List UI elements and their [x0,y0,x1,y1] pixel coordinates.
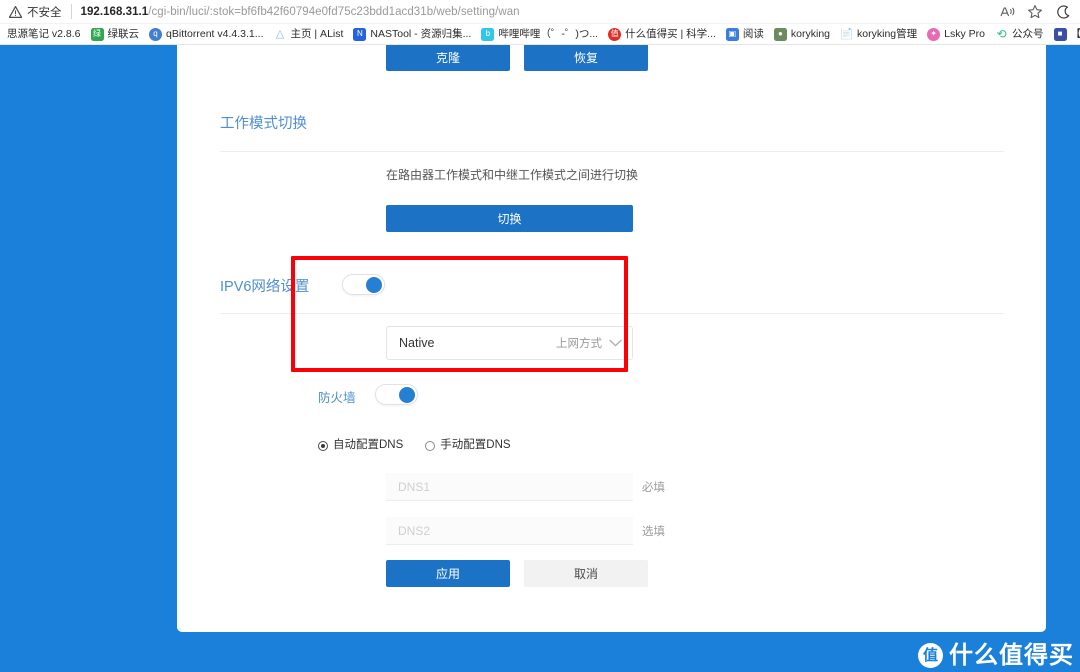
ipv6-enable-toggle[interactable] [342,274,385,295]
address-bar-divider [71,4,72,19]
dns1-placeholder: DNS1 [398,480,430,494]
bookmarks-bar[interactable]: 思源笔记 v2.8.6 绿绿联云 q qBittorrent v4.4.3.1..… [0,24,1080,45]
dns2-requirement-label: 选填 [642,527,665,539]
chevron-down-icon [609,339,622,347]
bookmark-favicon: 绿 [91,28,104,41]
bookmark-item[interactable]: ✦ Lsky Pro [922,25,990,44]
watermark-text: 什么值得买 [949,644,1074,668]
cancel-button[interactable]: 取消 [524,560,648,587]
router-page: 克隆 恢复 工作模式切换 在路由器工作模式和中继工作模式之间进行切换 切换 IP… [0,45,1080,672]
bookmark-item[interactable]: 绿绿联云 [86,25,145,44]
dns2-placeholder: DNS2 [398,524,430,538]
bookmark-favicon: △ [274,28,287,41]
clone-button[interactable]: 克隆 [386,45,510,71]
ipv6-mode-hint: 上网方式 [556,335,602,351]
bookmark-item[interactable]: 📄 koryking管理 [835,25,922,44]
ipv6-divider [220,313,1004,314]
bookmark-favicon: ⟲ [995,28,1008,41]
work-mode-title: 工作模式切换 [220,117,307,132]
bookmark-favicon: ▣ [726,28,739,41]
address-bar[interactable]: 不安全 192.168.31.1/cgi-bin/luci/:stok=bf6f… [0,0,1080,24]
firewall-toggle-knob [399,387,415,403]
ipv6-mode-select[interactable]: Native 上网方式 [386,326,633,360]
address-bar-actions [994,0,1076,24]
bookmark-favicon: 值 [608,28,621,41]
restore-button[interactable]: 恢复 [524,45,648,71]
browser-chrome: 不安全 192.168.31.1/cgi-bin/luci/:stok=bf6f… [0,0,1080,45]
ipv6-title: IPV6网络设置 [220,280,309,295]
dns1-input[interactable]: DNS1 [386,473,633,501]
bookmark-label: Lsky Pro [944,29,985,40]
bookmark-favicon: ■ [1054,28,1067,41]
backup-actions-row: 克隆 恢复 [386,45,648,71]
bookmark-item[interactable]: △ 主页 | AList [269,25,349,44]
bookmark-label: koryking [791,29,830,40]
bookmark-item[interactable]: b 哔哩哔哩（゜-゜)つ... [476,25,603,44]
bookmark-label: koryking管理 [857,29,917,40]
bookmark-favicon: q [149,28,162,41]
bookmark-item[interactable]: N NASTool - 资源归集... [348,25,476,44]
not-secure-label: 不安全 [27,4,62,20]
url-text[interactable]: 192.168.31.1/cgi-bin/luci/:stok=bf6fb42f… [81,6,520,18]
bookmark-favicon: ✦ [927,28,940,41]
ipv6-toggle-knob [366,277,382,293]
bookmark-item[interactable]: 思源笔记 v2.8.6 [2,25,86,44]
work-mode-action-row: 切换 [386,205,633,232]
bookmark-label: 什么值得买 | 科学... [625,29,716,40]
settings-content-panel: 克隆 恢复 工作模式切换 在路由器工作模式和中继工作模式之间进行切换 切换 IP… [177,45,1046,632]
bookmark-label: 公众号 [1012,29,1044,40]
firewall-toggle[interactable] [375,384,418,405]
dns-manual-label: 手动配置DNS [440,440,510,452]
bookmark-item[interactable]: ⟲ 公众号 [990,25,1049,44]
read-aloud-icon[interactable] [994,1,1020,23]
bookmark-label: 阅读 [743,29,764,40]
not-secure-warning-icon [8,5,22,19]
dns-auto-radio[interactable] [318,441,328,451]
bookmark-item[interactable]: ● koryking [769,25,835,44]
bookmark-item[interactable]: 值什么值得买 | 科学... [603,25,721,44]
favorite-star-icon[interactable] [1022,1,1048,23]
url-host: 192.168.31.1 [81,6,149,18]
switch-mode-button[interactable]: 切换 [386,205,633,232]
work-mode-description: 在路由器工作模式和中继工作模式之间进行切换 [386,169,638,181]
url-path: /cgi-bin/luci/:stok=bf6fb42f60794e0fd75c… [148,6,519,18]
apply-button[interactable]: 应用 [386,560,510,587]
bookmark-label: NASTool - 资源归集... [370,29,471,40]
bookmark-favicon: ● [774,28,787,41]
bookmark-label: 思源笔记 v2.8.6 [7,29,81,40]
bookmark-item[interactable]: q qBittorrent v4.4.3.1... [144,25,268,44]
dns-manual-radio-item[interactable]: 手动配置DNS [425,440,510,452]
bookmark-favicon: b [481,28,494,41]
dns-mode-radio-group: 自动配置DNS 手动配置DNS [318,440,511,452]
form-actions-row: 应用 取消 [386,560,648,587]
dns-auto-radio-item[interactable]: 自动配置DNS [318,440,403,452]
bookmark-favicon: 📄 [840,28,853,41]
ipv6-mode-value: Native [399,336,556,350]
work-mode-divider [220,151,1004,152]
watermark-badge: 值 [918,643,943,668]
bookmark-item[interactable]: ■ 【在线PS软件】在... [1049,25,1080,44]
dns-manual-radio[interactable] [425,441,435,451]
dns1-requirement-label: 必填 [642,483,665,495]
bookmark-label: 绿联云 [108,29,140,40]
dns-auto-label: 自动配置DNS [333,440,403,452]
bookmark-item[interactable]: ▣ 阅读 [721,25,769,44]
bookmark-label: qBittorrent v4.4.3.1... [166,29,263,40]
firewall-label: 防火墙 [318,392,356,405]
watermark: 值 什么值得买 [918,643,1074,668]
bookmark-label: 哔哩哔哩（゜-゜)つ... [498,29,598,40]
bookmark-favicon: N [353,28,366,41]
bookmark-label: 主页 | AList [291,29,344,40]
browser-profile-icon[interactable] [1050,1,1076,23]
bookmark-label: 【在线PS软件】在... [1071,29,1080,40]
dns2-input[interactable]: DNS2 [386,517,633,545]
